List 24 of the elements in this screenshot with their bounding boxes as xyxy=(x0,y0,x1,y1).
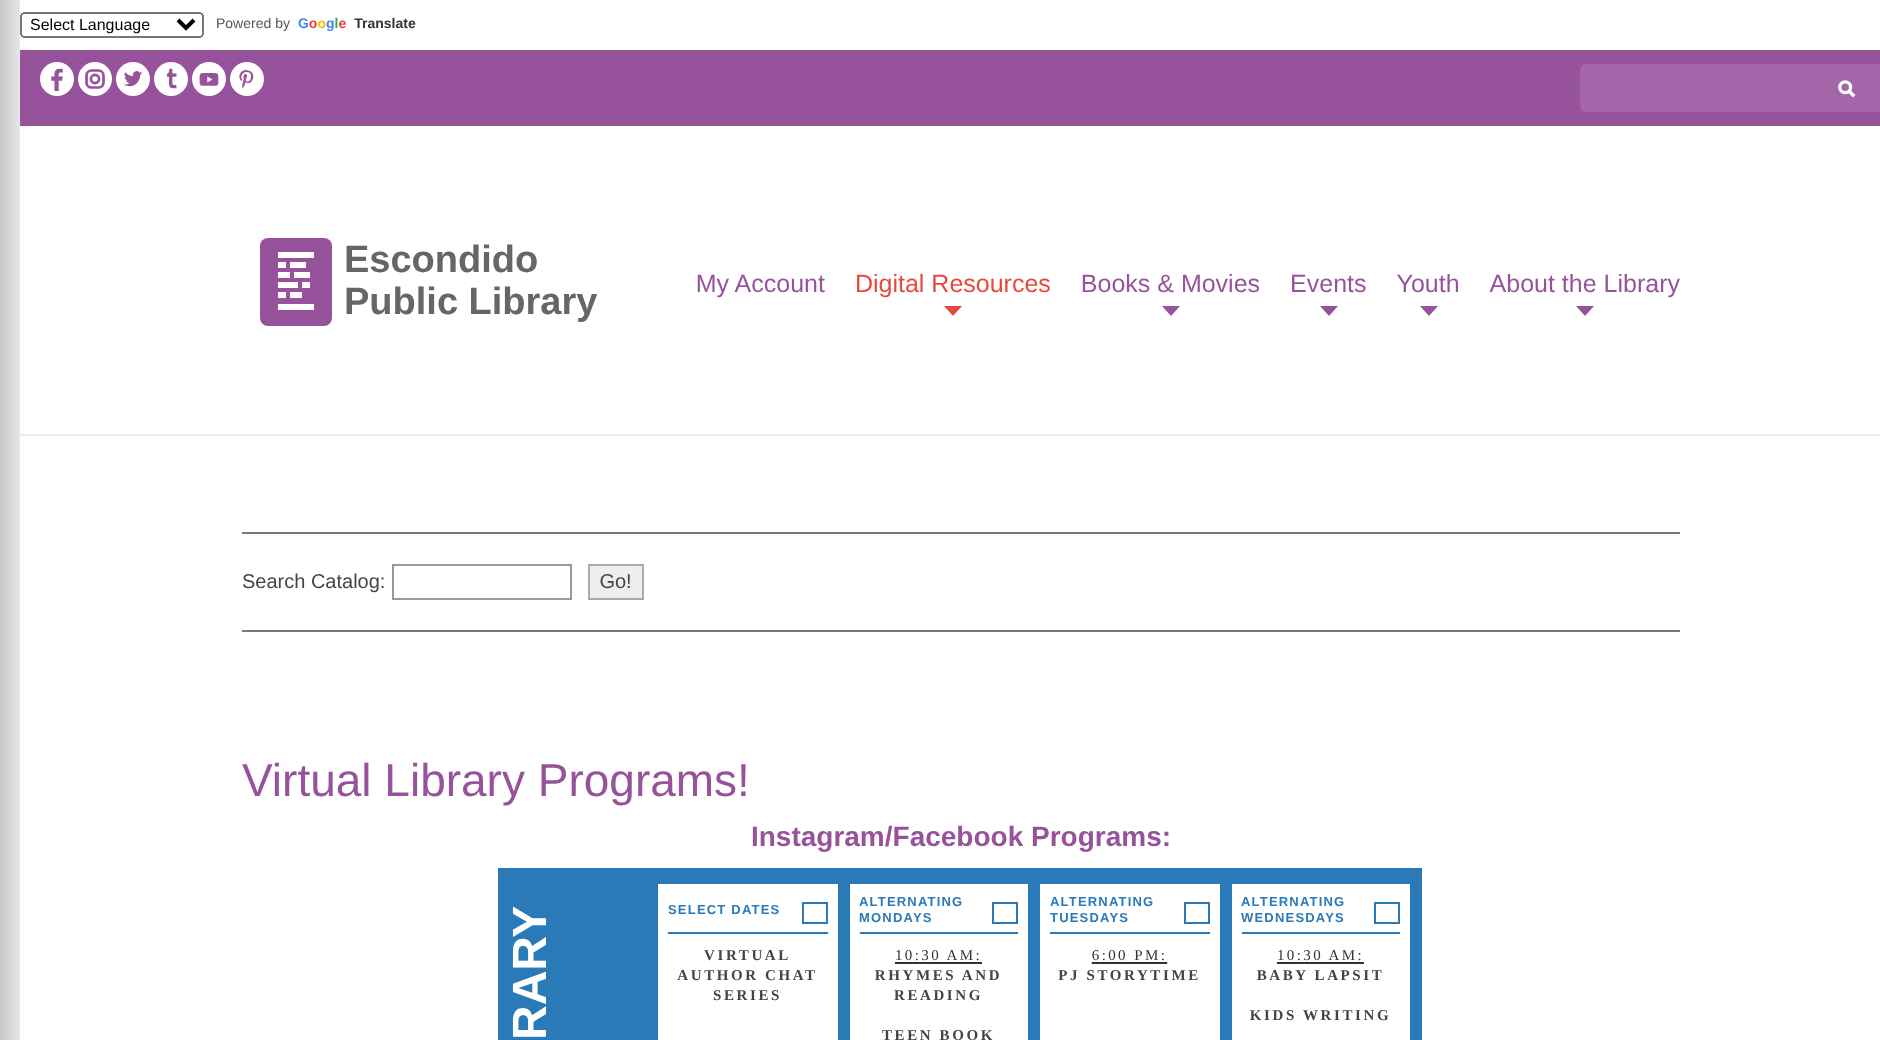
site-search-field[interactable] xyxy=(1580,64,1880,112)
section-title: Instagram/Facebook Programs: xyxy=(748,820,1174,852)
flyer-side-text: RARY xyxy=(506,905,558,1040)
pinterest-icon[interactable] xyxy=(230,62,264,96)
search-catalog-label: Search Catalog: xyxy=(242,571,386,593)
logo-title: Escondido xyxy=(344,240,541,282)
facebook-icon[interactable] xyxy=(40,62,74,96)
nav-link[interactable]: Books & Movies xyxy=(1080,270,1261,298)
instagram-icon[interactable] xyxy=(78,62,112,96)
nav-link[interactable]: Youth xyxy=(1396,270,1460,298)
nav-link[interactable]: Digital Resources xyxy=(854,270,1051,298)
catalog-search-field[interactable] xyxy=(391,564,572,600)
page-title: Virtual Library Programs! xyxy=(242,752,752,808)
logo-subtitle: Public Library xyxy=(344,282,598,324)
library-logo-icon xyxy=(260,238,332,326)
nav-link[interactable]: My Account xyxy=(695,270,825,298)
youtube-icon[interactable] xyxy=(192,62,226,96)
twitter-icon[interactable] xyxy=(116,62,150,96)
go-button[interactable]: Go! xyxy=(587,564,644,600)
nav-link[interactable]: About the Library xyxy=(1489,270,1680,298)
nav-link[interactable]: Events xyxy=(1290,270,1367,298)
language-select[interactable]: Select Language xyxy=(20,12,204,38)
tumblr-icon[interactable] xyxy=(154,62,188,96)
search-icon[interactable] xyxy=(1838,79,1856,97)
